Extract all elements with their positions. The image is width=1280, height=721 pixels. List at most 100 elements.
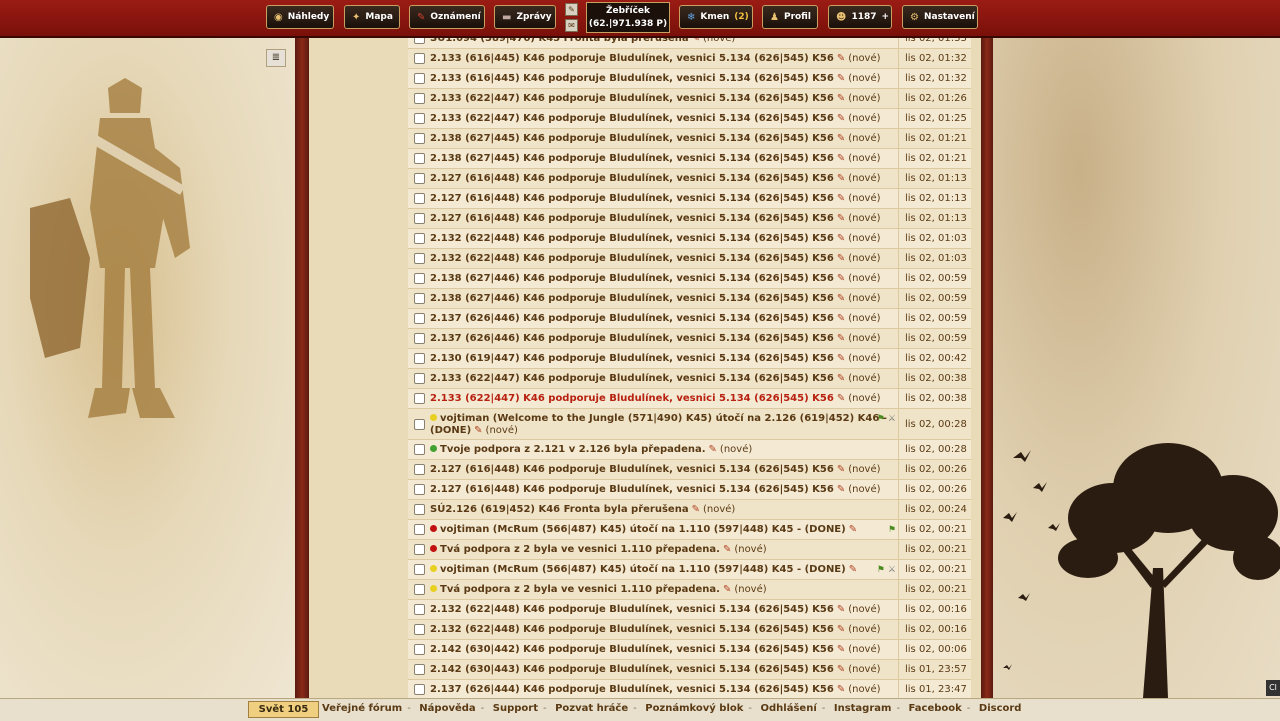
rename-pencil-icon[interactable]: ✎ [837,313,845,324]
report-row[interactable]: 2.138 (627|445) K46 podporuje Bludulínek… [408,129,971,149]
report-checkbox[interactable] [413,484,425,495]
report-row[interactable]: SÚ2.126 (619|452) K46 Fronta byla přeruš… [408,500,971,520]
report-row[interactable]: 2.138 (627|445) K46 podporuje Bludulínek… [408,149,971,169]
corner-button[interactable]: Cl [1266,680,1280,696]
footer-link-notebook[interactable]: Poznámkový blok [645,703,743,714]
report-checkbox[interactable] [413,584,425,595]
report-subject[interactable]: 2.137 (626|446) K46 podporuje Bludulínek… [430,309,898,328]
nav-premium-button[interactable]: ☻ 1187 + [828,5,892,29]
report-row[interactable]: 2.138 (627|446) K46 podporuje Bludulínek… [408,289,971,309]
rename-pencil-icon[interactable]: ✎ [837,464,845,475]
rename-pencil-icon[interactable]: ✎ [837,604,845,615]
report-row[interactable]: Tvá podpora z 2 byla ve vesnici 1.110 př… [408,580,971,600]
report-subject[interactable]: 2.132 (622|448) K46 podporuje Bludulínek… [430,600,898,619]
report-checkbox[interactable] [413,504,425,515]
report-subject[interactable]: vojtiman (McRum (566|487) K45) útočí na … [430,520,898,539]
report-row[interactable]: Tvoje podpora z 2.121 v 2.126 byla přepa… [408,440,971,460]
rename-pencil-icon[interactable]: ✎ [723,584,731,595]
rename-pencil-icon[interactable]: ✎ [837,393,845,404]
rename-pencil-icon[interactable]: ✎ [723,544,731,555]
rename-pencil-icon[interactable]: ✎ [849,564,857,575]
report-checkbox[interactable] [413,444,425,455]
report-checkbox[interactable] [413,173,425,184]
report-row[interactable]: 2.133 (622|447) K46 podporuje Bludulínek… [408,389,971,409]
report-checkbox[interactable] [413,73,425,84]
report-row[interactable]: 2.142 (630|442) K46 podporuje Bludulínek… [408,640,971,660]
rename-pencil-icon[interactable]: ✎ [837,624,845,635]
report-checkbox[interactable] [413,313,425,324]
report-row[interactable]: 2.137 (626|446) K46 podporuje Bludulínek… [408,309,971,329]
report-subject[interactable]: 2.127 (616|448) K46 podporuje Bludulínek… [430,169,898,188]
nav-settings-button[interactable]: ⚙ Nastavení [902,5,978,29]
report-checkbox[interactable] [413,624,425,635]
report-checkbox[interactable] [413,373,425,384]
report-row[interactable]: vojtiman (McRum (566|487) K45) útočí na … [408,520,971,540]
rename-pencil-icon[interactable]: ✎ [837,644,845,655]
rename-pencil-icon[interactable]: ✎ [837,233,845,244]
rename-pencil-icon[interactable]: ✎ [837,173,845,184]
report-checkbox[interactable] [413,353,425,364]
report-subject[interactable]: 2.127 (616|448) K46 podporuje Bludulínek… [430,460,898,479]
report-subject[interactable]: 2.127 (616|448) K46 podporuje Bludulínek… [430,189,898,208]
nav-profile-button[interactable]: ♟ Profil [762,5,818,29]
report-subject[interactable]: 2.142 (630|443) K46 podporuje Bludulínek… [430,660,898,679]
rename-pencil-icon[interactable]: ✎ [849,524,857,535]
report-checkbox[interactable] [413,293,425,304]
rename-pencil-icon[interactable]: ✎ [837,684,845,695]
report-row[interactable]: 2.133 (616|445) K46 podporuje Bludulínek… [408,69,971,89]
mini-edit-icon[interactable]: ✎ [565,3,578,16]
rename-pencil-icon[interactable]: ✎ [837,293,845,304]
report-checkbox[interactable] [413,153,425,164]
report-row[interactable]: 2.127 (616|448) K46 podporuje Bludulínek… [408,460,971,480]
world-indicator[interactable]: Svět 105 [248,701,319,718]
report-subject[interactable]: 2.138 (627|445) K46 podporuje Bludulínek… [430,149,898,168]
rename-pencil-icon[interactable]: ✎ [692,504,700,515]
report-checkbox[interactable] [413,193,425,204]
report-subject[interactable]: SÚ1.094 (589|470) K45 Fronta byla přeruš… [430,38,898,48]
report-checkbox[interactable] [413,133,425,144]
rename-pencil-icon[interactable]: ✎ [837,73,845,84]
collapse-sidebar-button[interactable]: ≣ [266,49,286,67]
report-row[interactable]: 2.133 (622|447) K46 podporuje Bludulínek… [408,369,971,389]
report-subject[interactable]: 2.142 (630|442) K46 podporuje Bludulínek… [430,640,898,659]
report-subject[interactable]: 2.137 (626|444) K46 podporuje Bludulínek… [430,680,898,698]
report-row[interactable]: 2.138 (627|446) K46 podporuje Bludulínek… [408,269,971,289]
report-subject[interactable]: 2.133 (622|447) K46 podporuje Bludulínek… [430,89,898,108]
report-checkbox[interactable] [413,113,425,124]
report-checkbox[interactable] [413,93,425,104]
footer-link-discord[interactable]: Discord [979,703,1022,714]
ranking-button[interactable]: Žebříček (62.|971.938 P) [586,2,670,33]
report-row[interactable]: SÚ1.094 (589|470) K45 Fronta byla přeruš… [408,38,971,49]
report-row[interactable]: 2.133 (622|447) K46 podporuje Bludulínek… [408,109,971,129]
report-row[interactable]: 2.133 (622|447) K46 podporuje Bludulínek… [408,89,971,109]
report-row[interactable]: 2.127 (616|448) K46 podporuje Bludulínek… [408,169,971,189]
report-subject[interactable]: 2.137 (626|446) K46 podporuje Bludulínek… [430,329,898,348]
report-checkbox[interactable] [413,464,425,475]
report-row[interactable]: 2.130 (619|447) K46 podporuje Bludulínek… [408,349,971,369]
rename-pencil-icon[interactable]: ✎ [837,213,845,224]
report-subject[interactable]: vojtiman (McRum (566|487) K45) útočí na … [430,560,898,579]
rename-pencil-icon[interactable]: ✎ [837,53,845,64]
report-subject[interactable]: 2.127 (616|448) K46 podporuje Bludulínek… [430,209,898,228]
report-row[interactable]: 2.127 (616|448) K46 podporuje Bludulínek… [408,189,971,209]
report-subject[interactable]: 2.138 (627|446) K46 podporuje Bludulínek… [430,289,898,308]
rename-pencil-icon[interactable]: ✎ [837,484,845,495]
report-row[interactable]: 2.137 (626|446) K46 podporuje Bludulínek… [408,329,971,349]
rename-pencil-icon[interactable]: ✎ [709,444,717,455]
report-subject[interactable]: Tvá podpora z 2 byla ve vesnici 1.110 př… [430,580,898,599]
rename-pencil-icon[interactable]: ✎ [837,373,845,384]
footer-link-help[interactable]: Nápověda [419,703,475,714]
rename-pencil-icon[interactable]: ✎ [837,93,845,104]
report-checkbox[interactable] [413,38,425,44]
report-subject[interactable]: 2.133 (616|445) K46 podporuje Bludulínek… [430,69,898,88]
rename-pencil-icon[interactable]: ✎ [474,425,482,436]
rename-pencil-icon[interactable]: ✎ [837,353,845,364]
report-subject[interactable]: 2.138 (627|446) K46 podporuje Bludulínek… [430,269,898,288]
footer-link-forum[interactable]: Veřejné fórum [322,703,402,714]
report-checkbox[interactable] [413,664,425,675]
report-subject[interactable]: 2.127 (616|448) K46 podporuje Bludulínek… [430,480,898,499]
rename-pencil-icon[interactable]: ✎ [837,273,845,284]
report-checkbox[interactable] [413,333,425,344]
report-checkbox[interactable] [413,418,425,430]
report-checkbox[interactable] [413,644,425,655]
